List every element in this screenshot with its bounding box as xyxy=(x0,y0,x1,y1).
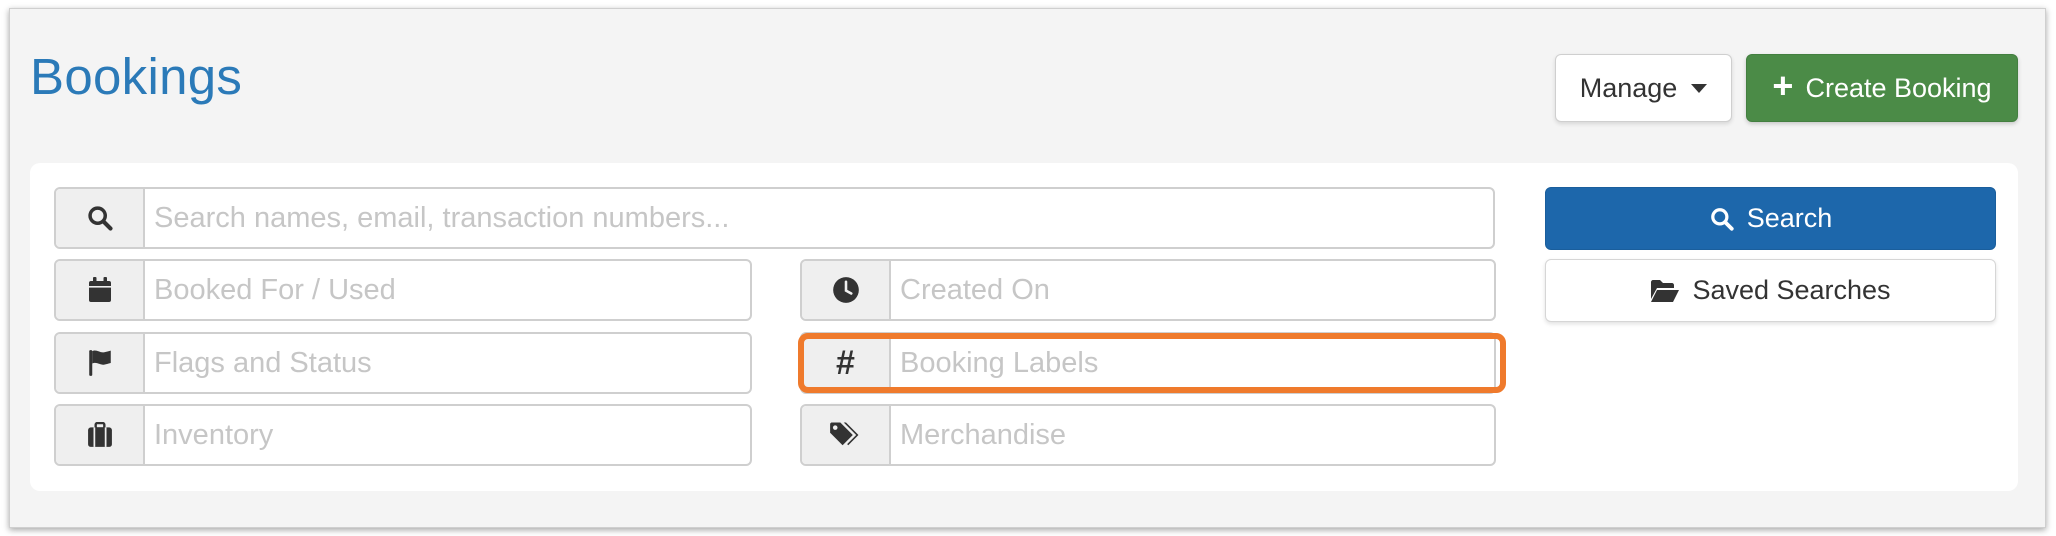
search-icon xyxy=(56,189,145,247)
create-booking-button[interactable]: + Create Booking xyxy=(1746,54,2018,122)
booked-for-input[interactable] xyxy=(145,261,750,319)
page-title: Bookings xyxy=(30,48,243,105)
manage-dropdown-button[interactable]: Manage xyxy=(1555,54,1732,122)
calendar-icon xyxy=(56,261,145,319)
hash-icon: # xyxy=(802,334,891,392)
tags-icon xyxy=(802,406,891,464)
clock-icon xyxy=(802,261,891,319)
main-search-field xyxy=(54,187,1495,249)
search-button-label: Search xyxy=(1746,203,1833,233)
flags-status-input[interactable] xyxy=(145,334,750,392)
main-search-input[interactable] xyxy=(145,189,1493,247)
booking-labels-input[interactable] xyxy=(891,334,1494,392)
merchandise-input[interactable] xyxy=(891,406,1494,464)
flag-icon xyxy=(56,334,145,392)
briefcase-icon xyxy=(56,406,145,464)
caret-down-icon xyxy=(1691,83,1708,93)
search-button-icon xyxy=(1710,207,1734,231)
saved-searches-button[interactable]: Saved Searches xyxy=(1545,259,1996,322)
created-on-field xyxy=(800,259,1496,321)
saved-searches-label: Saved Searches xyxy=(1692,275,1891,305)
manage-label: Manage xyxy=(1579,72,1678,103)
merchandise-field xyxy=(800,404,1496,466)
flags-status-field xyxy=(54,332,752,394)
inventory-input[interactable] xyxy=(145,406,750,464)
create-booking-label: Create Booking xyxy=(1805,72,1992,103)
created-on-input[interactable] xyxy=(891,261,1494,319)
booked-for-field xyxy=(54,259,752,321)
booking-labels-field: # xyxy=(800,332,1496,394)
plus-icon: + xyxy=(1772,65,1794,106)
folder-open-icon xyxy=(1651,279,1680,302)
inventory-field xyxy=(54,404,752,466)
search-button[interactable]: Search xyxy=(1545,187,1996,250)
